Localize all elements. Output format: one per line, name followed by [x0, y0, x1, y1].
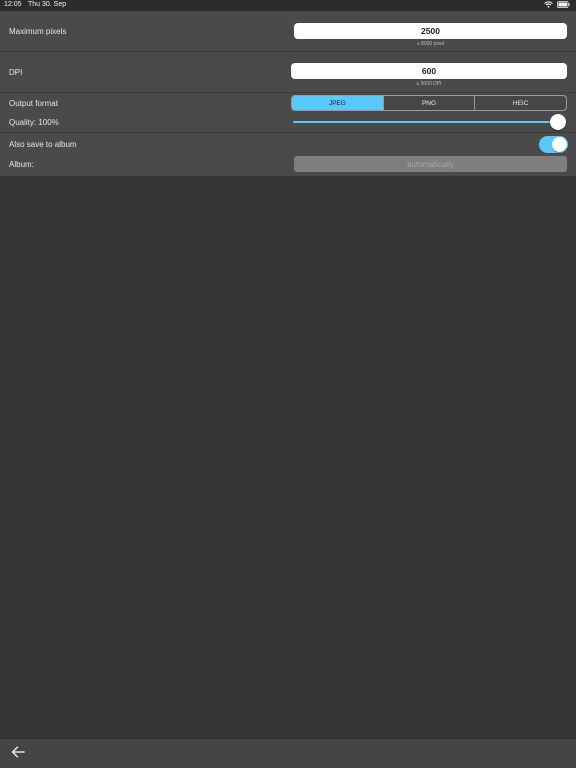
back-button[interactable] [9, 745, 27, 763]
divider [0, 92, 576, 93]
status-icons [544, 1, 570, 8]
segment-jpeg[interactable]: JPEG [292, 96, 383, 110]
quality-slider-track[interactable] [293, 121, 559, 123]
status-time: 12:05 [4, 1, 22, 8]
max-pixels-hint: ≤ 8000 pixel [417, 41, 444, 47]
save-to-album-label: Also save to album [9, 140, 77, 149]
settings-panel: Maximum pixels ≤ 8000 pixel DPI ≤ 5000 D… [0, 11, 576, 176]
status-date: Thu 30. Sep [28, 1, 67, 8]
page: 12:05 Thu 30. Sep Maximum pixels 2500 ≤ … [0, 0, 576, 768]
wifi-icon [544, 1, 553, 8]
quality-slider-thumb[interactable] [550, 114, 566, 130]
battery-icon [557, 1, 570, 8]
output-format-segmented-control: JPEG PNG HEIC [291, 95, 567, 111]
divider [0, 51, 576, 52]
quality-label: Quality: 100% [9, 118, 59, 127]
segment-heic[interactable]: HEIC [474, 96, 566, 110]
dpi-label: DPI [9, 68, 23, 77]
album-label: Album: [9, 160, 34, 169]
toggle-knob [552, 137, 567, 152]
output-format-label: Output format [9, 99, 58, 108]
max-pixels-label: Maximum pixels [9, 27, 67, 36]
dpi-hint: ≤ 5000 DPI [416, 81, 442, 87]
segment-png[interactable]: PNG [382, 96, 475, 110]
save-to-album-toggle[interactable] [539, 136, 568, 153]
arrow-left-icon [11, 745, 25, 763]
status-bar: 12:05 Thu 30. Sep [0, 0, 576, 11]
max-pixels-input[interactable] [294, 23, 567, 39]
bottom-toolbar [0, 739, 576, 768]
album-field[interactable]: automatically [294, 156, 567, 172]
dpi-input[interactable] [291, 63, 567, 79]
divider [0, 132, 576, 133]
